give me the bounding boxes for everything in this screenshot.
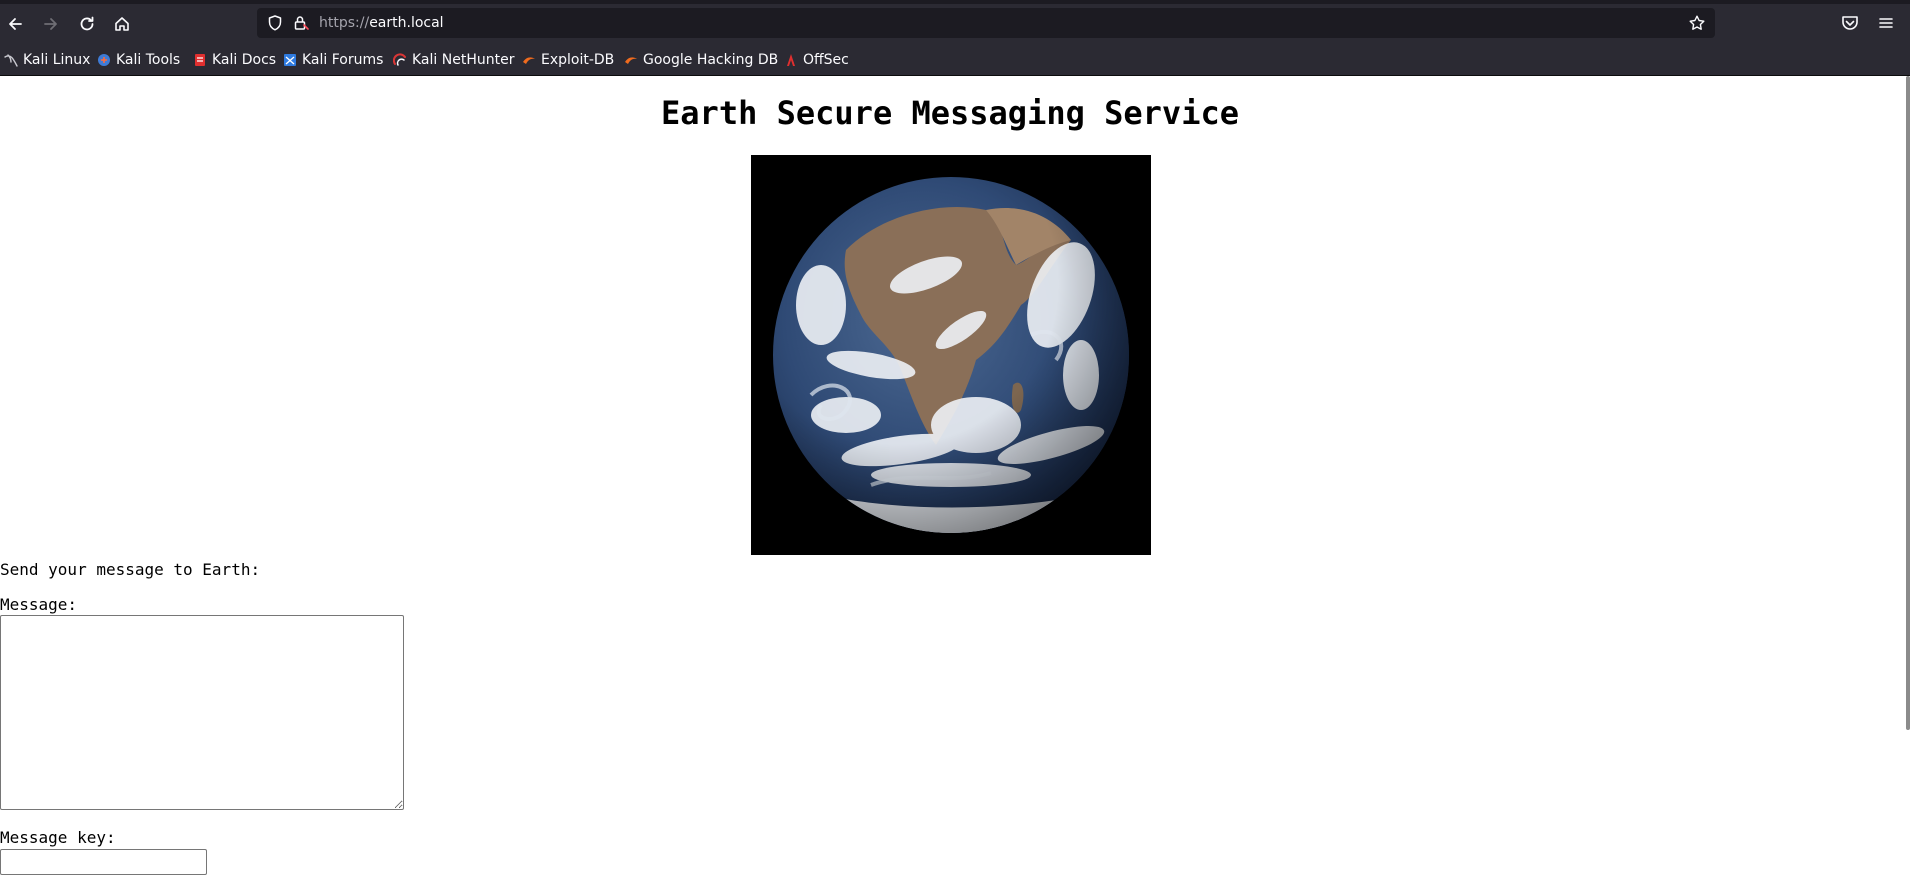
bookmark-kali-forums[interactable]: Kali Forums (283, 51, 383, 69)
kali-tools-icon (98, 54, 110, 66)
page-title: Earth Secure Messaging Service (661, 94, 1239, 132)
bookmark-kali-tools[interactable]: Kali Tools (97, 51, 180, 69)
bookmark-kali-docs[interactable]: Kali Docs (193, 51, 276, 69)
url-protocol: https:// (319, 15, 370, 31)
bookmarks-toolbar: Kali Linux Kali Tools Kali Docs Kali For… (0, 45, 1910, 76)
url-text[interactable]: https://earth.local (319, 13, 444, 33)
bookmark-kali-linux[interactable]: Kali Linux (4, 51, 90, 69)
reload-button[interactable] (73, 10, 101, 38)
menu-hamburger-icon[interactable] (1875, 12, 1897, 34)
forward-arrow-icon (44, 18, 57, 30)
earth-globe-picture (751, 155, 1151, 555)
browser-toolbar: https://earth.local (0, 0, 1910, 45)
bookmark-label: Kali Docs (212, 52, 277, 68)
back-button[interactable] (1, 10, 29, 38)
reload-icon (80, 16, 94, 31)
address-bar[interactable]: https://earth.local (257, 8, 1715, 38)
kali-linux-icon (4, 54, 18, 67)
forward-button[interactable] (37, 10, 65, 38)
bookmark-label: OffSec (803, 52, 849, 68)
exploit-db-icon (523, 57, 535, 64)
message-key-input[interactable] (0, 849, 207, 875)
bookmark-google-hacking-db[interactable]: Google Hacking DB (624, 51, 778, 69)
bookmark-label: Exploit-DB (541, 52, 615, 68)
home-button[interactable] (108, 10, 136, 38)
bookmark-label: Kali Tools (116, 52, 181, 68)
message-key-label: Message key: (0, 828, 116, 847)
back-arrow-icon (9, 18, 22, 30)
page-content: Earth Secure Messaging Service Send your… (0, 76, 1910, 875)
tracking-protection-shield-icon[interactable] (266, 14, 284, 32)
send-message-prompt: Send your message to Earth: (0, 560, 261, 579)
bookmark-kali-nethunter[interactable]: Kali NetHunter (393, 51, 514, 69)
bookmark-star-icon[interactable] (1688, 14, 1706, 32)
page-scrollbar[interactable] (1906, 76, 1910, 730)
insecure-lock-icon[interactable] (292, 14, 310, 32)
google-hacking-db-icon (625, 57, 637, 64)
home-icon (115, 17, 129, 31)
kali-forums-icon (284, 54, 296, 66)
window-top-strip (0, 0, 1910, 4)
earth-image (751, 155, 1151, 555)
message-label: Message: (0, 595, 78, 614)
offsec-icon (787, 54, 795, 66)
kali-nethunter-icon (393, 53, 406, 66)
kali-docs-icon (195, 54, 205, 66)
message-textarea[interactable] (0, 615, 404, 810)
bookmark-label: Kali NetHunter (412, 52, 515, 68)
bookmark-label: Google Hacking DB (643, 52, 779, 68)
pocket-icon[interactable] (1839, 12, 1861, 34)
bookmark-label: Kali Forums (302, 52, 384, 68)
bookmark-offsec[interactable]: OffSec (784, 51, 849, 69)
bookmark-exploit-db[interactable]: Exploit-DB (522, 51, 614, 69)
bookmark-label: Kali Linux (23, 52, 91, 68)
url-host: earth.local (369, 15, 444, 31)
